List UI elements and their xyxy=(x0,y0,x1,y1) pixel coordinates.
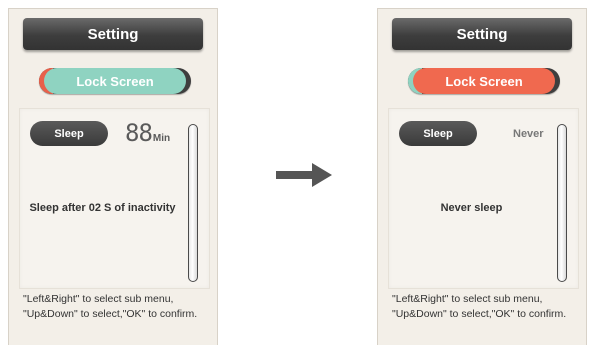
content-panel: Sleep Never Never sleep xyxy=(388,108,579,289)
content-panel: Sleep 88 Min Sleep after 02 S of inactiv… xyxy=(19,108,210,289)
lock-screen-tab-label: Lock Screen xyxy=(44,68,186,94)
right-arrow-icon xyxy=(276,163,332,187)
sleep-value-display: 88 Min xyxy=(125,119,195,147)
scrollbar[interactable] xyxy=(188,124,198,282)
lock-screen-tab[interactable]: Lock Screen xyxy=(408,68,560,94)
hint-line-1: "Left&Right" to select sub menu, xyxy=(23,293,174,305)
sleep-value-digits: 88 xyxy=(125,119,153,147)
navigation-hint: "Left&Right" to select sub menu, "Up&Dow… xyxy=(392,292,586,322)
lock-screen-tab-label: Lock Screen xyxy=(413,68,555,94)
navigation-hint: "Left&Right" to select sub menu, "Up&Dow… xyxy=(23,292,217,322)
hint-line-1: "Left&Right" to select sub menu, xyxy=(392,293,543,305)
sleep-button[interactable]: Sleep xyxy=(399,121,477,146)
sleep-value-unit: Min xyxy=(152,133,171,144)
stage: Setting Lock Screen Sleep 88 Min Sleep a… xyxy=(0,0,593,345)
sleep-description: Sleep after 02 S of inactivity xyxy=(29,202,176,214)
sleep-description: Never sleep xyxy=(440,202,503,214)
right-device-screen: Setting Lock Screen Sleep Never Never sl… xyxy=(377,8,587,345)
setting-title-bar: Setting xyxy=(23,18,203,50)
sleep-value-text: Never xyxy=(513,128,544,140)
scrollbar[interactable] xyxy=(557,124,567,282)
hint-line-2: "Up&Down" to select,"OK" to confirm. xyxy=(23,308,198,320)
setting-title-bar: Setting xyxy=(392,18,572,50)
lock-screen-tab[interactable]: Lock Screen xyxy=(39,68,191,94)
sleep-button[interactable]: Sleep xyxy=(30,121,108,146)
left-device-screen: Setting Lock Screen Sleep 88 Min Sleep a… xyxy=(8,8,218,345)
hint-line-2: "Up&Down" to select,"OK" to confirm. xyxy=(392,308,567,320)
